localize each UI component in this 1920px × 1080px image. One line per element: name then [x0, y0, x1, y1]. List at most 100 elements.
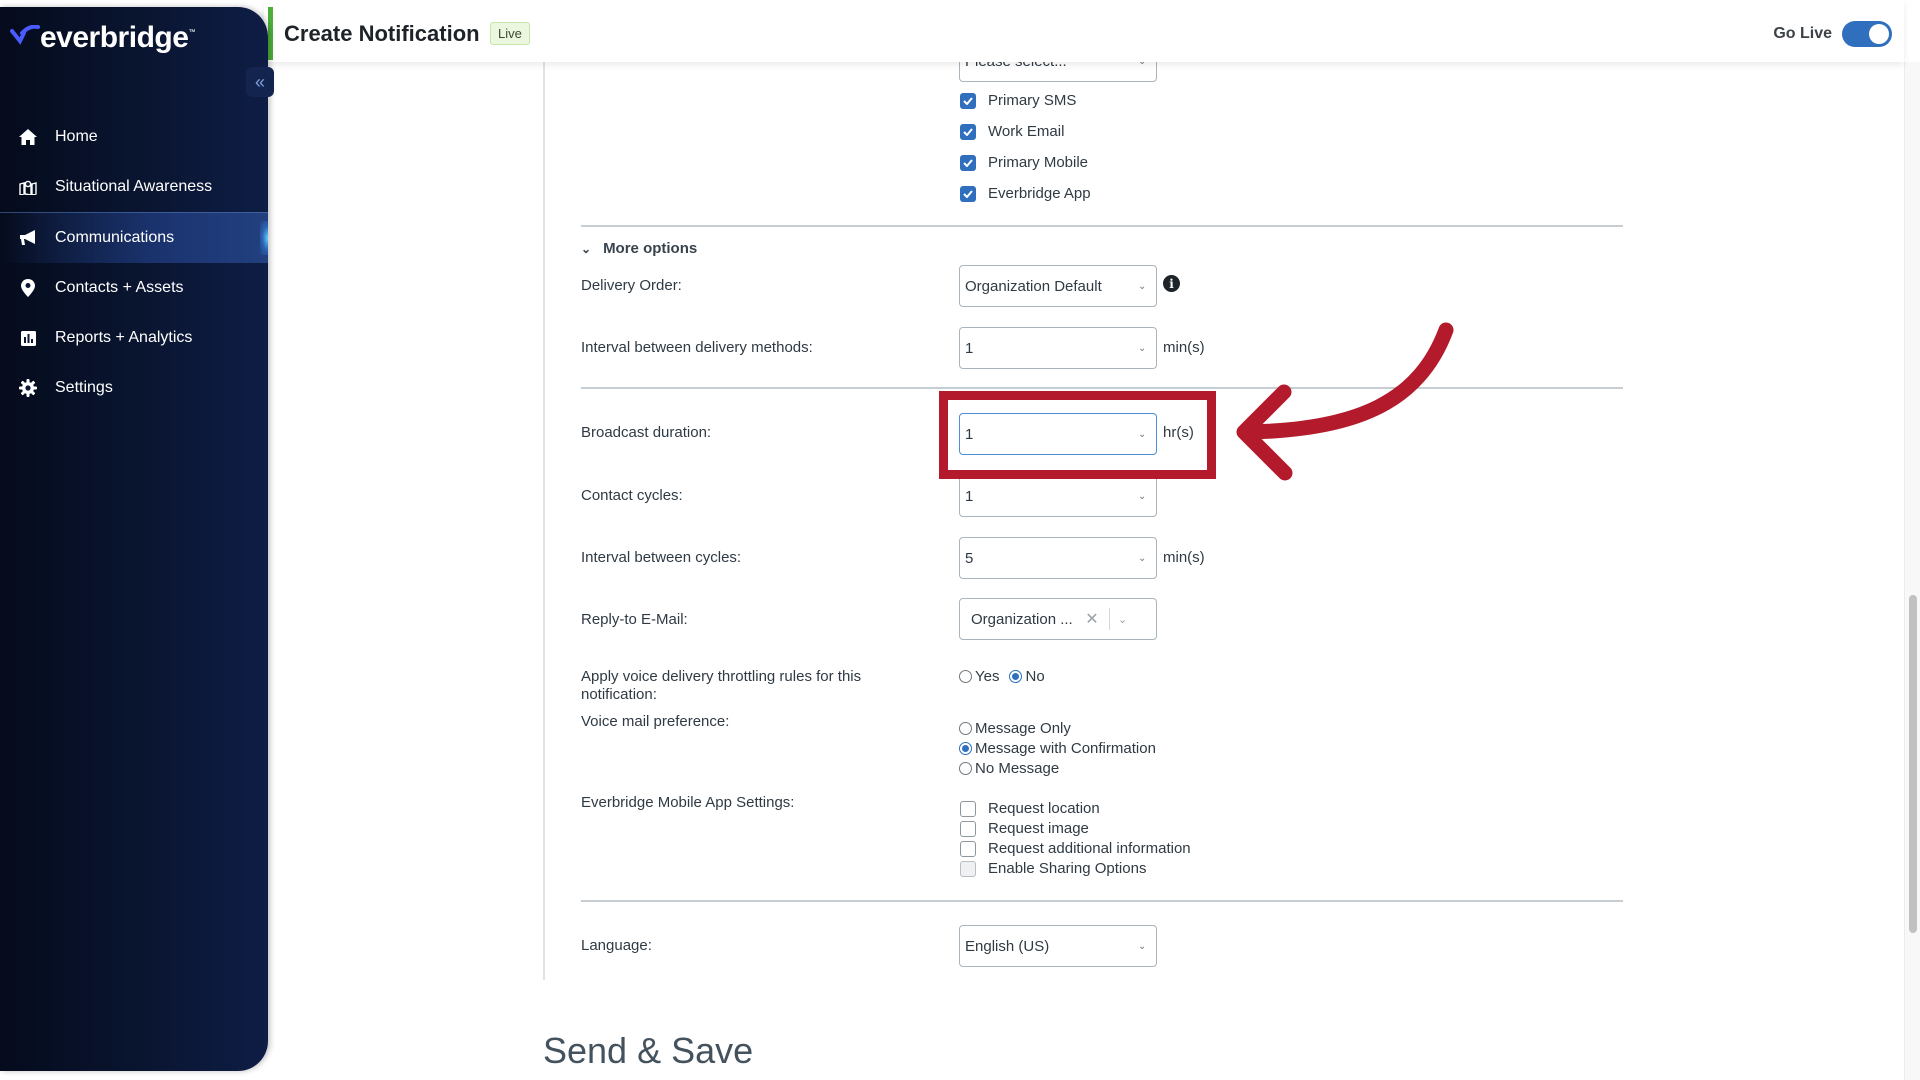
chevron-down-icon: ⌄	[1138, 940, 1147, 952]
delivery-method-everbridge-app[interactable]: Everbridge App	[960, 185, 1091, 202]
sidebar-item-label: Communications	[55, 229, 175, 246]
sidebar-item-communications[interactable]: Communications	[0, 212, 268, 263]
checkbox-label: Everbridge App	[988, 185, 1091, 202]
divider	[581, 225, 1623, 227]
interval-methods-label: Interval between delivery methods:	[581, 339, 813, 356]
mobile-option-request-image[interactable]: Request image	[960, 820, 1089, 837]
radio-label: No	[1025, 668, 1045, 685]
checkbox-checked-icon[interactable]	[960, 123, 976, 140]
voice-mail-option-message-only[interactable]: Message Only	[959, 720, 1071, 737]
radio-label: Message Only	[975, 720, 1071, 737]
radio-button[interactable]	[959, 762, 972, 775]
checkbox-label: Primary Mobile	[988, 154, 1089, 171]
checkbox-checked-icon[interactable]	[960, 154, 976, 171]
delivery-order-select[interactable]: Organization Default ⌄	[959, 265, 1157, 307]
mobile-option-enable-sharing[interactable]: Enable Sharing Options	[960, 860, 1146, 877]
radio-no[interactable]	[1009, 670, 1023, 683]
double-chevron-left-icon: «	[254, 71, 265, 92]
sidebar-item-label: Situational Awareness	[55, 178, 213, 195]
sidebar-item-contacts-assets[interactable]: Contacts + Assets	[0, 263, 268, 313]
logo-mark-icon	[10, 25, 40, 45]
interval-cycles-select[interactable]: 5 ⌄	[959, 537, 1157, 579]
header-accent-bar	[268, 7, 273, 60]
scrollbar-thumb[interactable]	[1909, 595, 1917, 933]
voice-mail-label: Voice mail preference:	[581, 713, 730, 730]
divider	[581, 900, 1623, 902]
scrollbar[interactable]	[1904, 62, 1920, 1080]
voice-mail-option-no-message[interactable]: No Message	[959, 760, 1059, 777]
voice-throttling-options: Yes No	[959, 668, 1045, 685]
reply-to-combobox[interactable]: Organization ... ✕ ⌄	[959, 598, 1157, 640]
sidebar-item-settings[interactable]: Settings	[0, 363, 268, 413]
send-save-heading: Send & Save	[543, 1030, 754, 1071]
voice-mail-option-message-confirmation[interactable]: Message with Confirmation	[959, 740, 1156, 757]
page-title: Create Notification	[284, 21, 480, 46]
map-icon	[18, 177, 38, 197]
sidebar-item-label: Reports + Analytics	[55, 329, 193, 346]
more-options-toggle[interactable]: ⌄ More options	[581, 240, 697, 257]
more-options-label: More options	[603, 240, 698, 257]
sidebar-item-reports-analytics[interactable]: Reports + Analytics	[0, 313, 268, 363]
logo-trademark: ™	[188, 29, 196, 36]
sidebar-item-situational-awareness[interactable]: Situational Awareness	[0, 162, 268, 212]
go-live-toggle[interactable]	[1842, 21, 1892, 47]
info-icon[interactable]: i	[1163, 275, 1180, 292]
checkbox-unchecked-icon[interactable]	[960, 820, 976, 837]
chevron-down-icon: ⌄	[581, 241, 592, 256]
sidebar-item-label: Contacts + Assets	[55, 279, 184, 296]
chevron-down-icon[interactable]: ⌄	[1118, 613, 1127, 626]
delivery-method-primary-sms[interactable]: Primary SMS	[960, 92, 1076, 109]
checkbox-label: Work Email	[988, 123, 1065, 140]
mobile-option-request-location[interactable]: Request location	[960, 800, 1100, 817]
voice-throttling-label: Apply voice delivery throttling rules fo…	[581, 668, 862, 703]
checkbox-unchecked-icon[interactable]	[960, 840, 976, 857]
contact-cycles-label: Contact cycles:	[581, 487, 683, 504]
checkbox-unchecked-icon[interactable]	[960, 800, 976, 817]
radio-label: No Message	[975, 760, 1060, 777]
language-label: Language:	[581, 937, 652, 954]
checkbox-checked-icon[interactable]	[960, 92, 976, 109]
chevron-down-icon: ⌄	[1138, 552, 1147, 564]
annotation-arrow-icon	[1236, 322, 1454, 481]
radio-button[interactable]	[959, 722, 972, 735]
mobile-app-settings-label: Everbridge Mobile App Settings:	[581, 794, 795, 811]
checkbox-label: Request additional information	[988, 840, 1191, 857]
collapse-sidebar-button[interactable]: «	[246, 67, 274, 97]
annotation-highlight-box	[939, 391, 1216, 479]
delivery-order-label: Delivery Order:	[581, 277, 682, 294]
checkbox-disabled-icon[interactable]	[960, 860, 976, 877]
radio-button[interactable]	[959, 742, 972, 755]
reply-to-label: Reply-to E-Mail:	[581, 611, 688, 628]
unit-label: min(s)	[1163, 339, 1205, 356]
select-value: 5	[965, 549, 974, 567]
language-select[interactable]: English (US) ⌄	[959, 925, 1157, 967]
everbridge-logo[interactable]: everbridge ™	[10, 21, 195, 55]
status-badge: Live	[490, 22, 530, 45]
radio-label: Yes	[975, 668, 1000, 685]
checkbox-label: Enable Sharing Options	[988, 860, 1147, 877]
interval-methods-select[interactable]: 1 ⌄	[959, 327, 1157, 369]
delivery-method-primary-mobile[interactable]: Primary Mobile	[960, 154, 1088, 171]
sidebar-nav: Home Situational Awareness Communication…	[0, 112, 268, 413]
sidebar: everbridge ™ « Home Situational Awarenes…	[0, 7, 274, 1071]
checkbox-label: Request location	[988, 800, 1100, 817]
logo-text: everbridge	[40, 21, 189, 54]
go-live-control: Go Live	[1773, 21, 1892, 47]
radio-yes[interactable]	[959, 670, 972, 683]
separator	[1109, 608, 1110, 630]
checkbox-checked-icon[interactable]	[960, 185, 976, 202]
home-icon	[18, 127, 38, 147]
page-header: Create Notification Live Go Live	[264, 0, 1904, 62]
select-value: 1	[965, 487, 974, 505]
clear-icon[interactable]: ✕	[1081, 609, 1103, 629]
chevron-down-icon: ⌄	[1138, 280, 1147, 292]
delivery-method-work-email[interactable]: Work Email	[960, 123, 1064, 140]
mobile-option-request-additional-info[interactable]: Request additional information	[960, 840, 1191, 857]
sidebar-item-home[interactable]: Home	[0, 112, 268, 162]
go-live-label: Go Live	[1773, 25, 1832, 42]
combobox-value: Organization ...	[971, 610, 1073, 628]
sidebar-item-label: Home	[55, 128, 98, 145]
sidebar-item-label: Settings	[55, 379, 113, 396]
contact-cycles-select[interactable]: 1 ⌄	[959, 475, 1157, 517]
select-value: 1	[965, 339, 974, 357]
